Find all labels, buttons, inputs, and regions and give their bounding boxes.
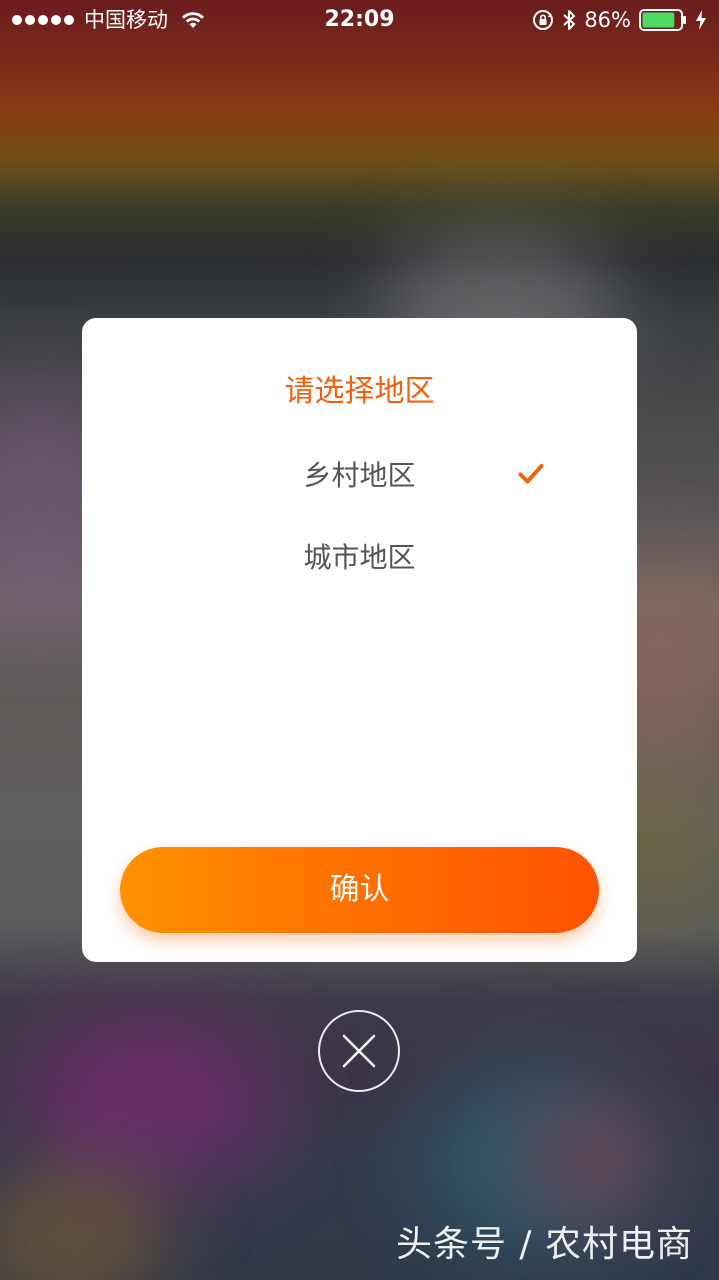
close-icon [342,1034,376,1068]
option-label: 乡村地区 [303,459,416,492]
option-label: 城市地区 [303,541,416,574]
status-bar: 中国移动 22:09 86% [0,0,719,40]
checkmark-icon [518,464,544,484]
rotation-lock-icon [533,10,554,30]
confirm-button[interactable]: 确认 [120,847,599,933]
bluetooth-icon [563,10,576,30]
watermark: 头条号 / 农村电商 [395,1224,693,1265]
option-urban-region[interactable]: 城市地区 [82,528,637,588]
charging-bolt-icon [696,10,706,30]
battery-icon [639,9,686,31]
dialog-title: 请选择地区 [284,374,435,409]
close-button[interactable] [318,1010,400,1092]
battery-percent: 86% [584,8,631,32]
option-rural-region[interactable]: 乡村地区 [82,446,637,506]
